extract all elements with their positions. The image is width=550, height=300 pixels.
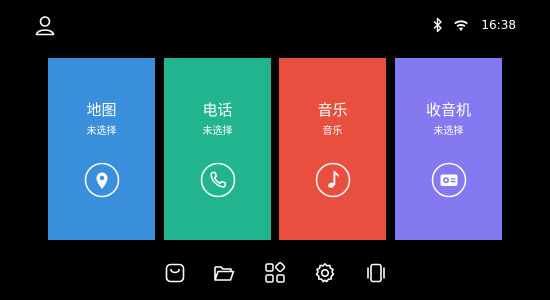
- multitask-icon[interactable]: [365, 262, 387, 284]
- map-pin-icon: [84, 162, 120, 198]
- tile-subtitle: 未选择: [433, 126, 464, 137]
- tile-music[interactable]: 音乐 音乐: [279, 58, 386, 240]
- tile-radio[interactable]: 收音机 未选择: [395, 58, 502, 240]
- tile-title: 音乐: [317, 101, 348, 119]
- tile-map[interactable]: 地图 未选择: [48, 58, 155, 240]
- tile-title: 电话: [202, 101, 233, 119]
- tile-phone[interactable]: 电话 未选择: [164, 58, 271, 240]
- wifi-icon: [453, 18, 469, 32]
- status-bar: 16:38: [0, 0, 550, 50]
- folder-icon[interactable]: [213, 262, 235, 284]
- settings-icon[interactable]: [314, 262, 336, 284]
- radio-icon: [431, 162, 467, 198]
- tile-subtitle: 音乐: [322, 126, 343, 137]
- music-note-icon: [315, 162, 351, 198]
- bluetooth-icon: [433, 17, 443, 33]
- user-icon[interactable]: [34, 14, 56, 36]
- status-indicators: 16:38: [433, 15, 516, 35]
- tile-title: 收音机: [425, 101, 471, 119]
- tile-subtitle: 未选择: [202, 126, 233, 137]
- bag-icon[interactable]: [164, 262, 186, 284]
- dock: [0, 258, 550, 288]
- phone-icon: [200, 162, 236, 198]
- clock: 16:38: [481, 18, 516, 32]
- app-tiles: 地图 未选择 电话 未选择 音乐 音乐 收音机 未选择: [48, 58, 502, 240]
- tile-title: 地图: [86, 101, 117, 119]
- tile-subtitle: 未选择: [86, 126, 117, 137]
- apps-grid-icon[interactable]: [264, 262, 286, 284]
